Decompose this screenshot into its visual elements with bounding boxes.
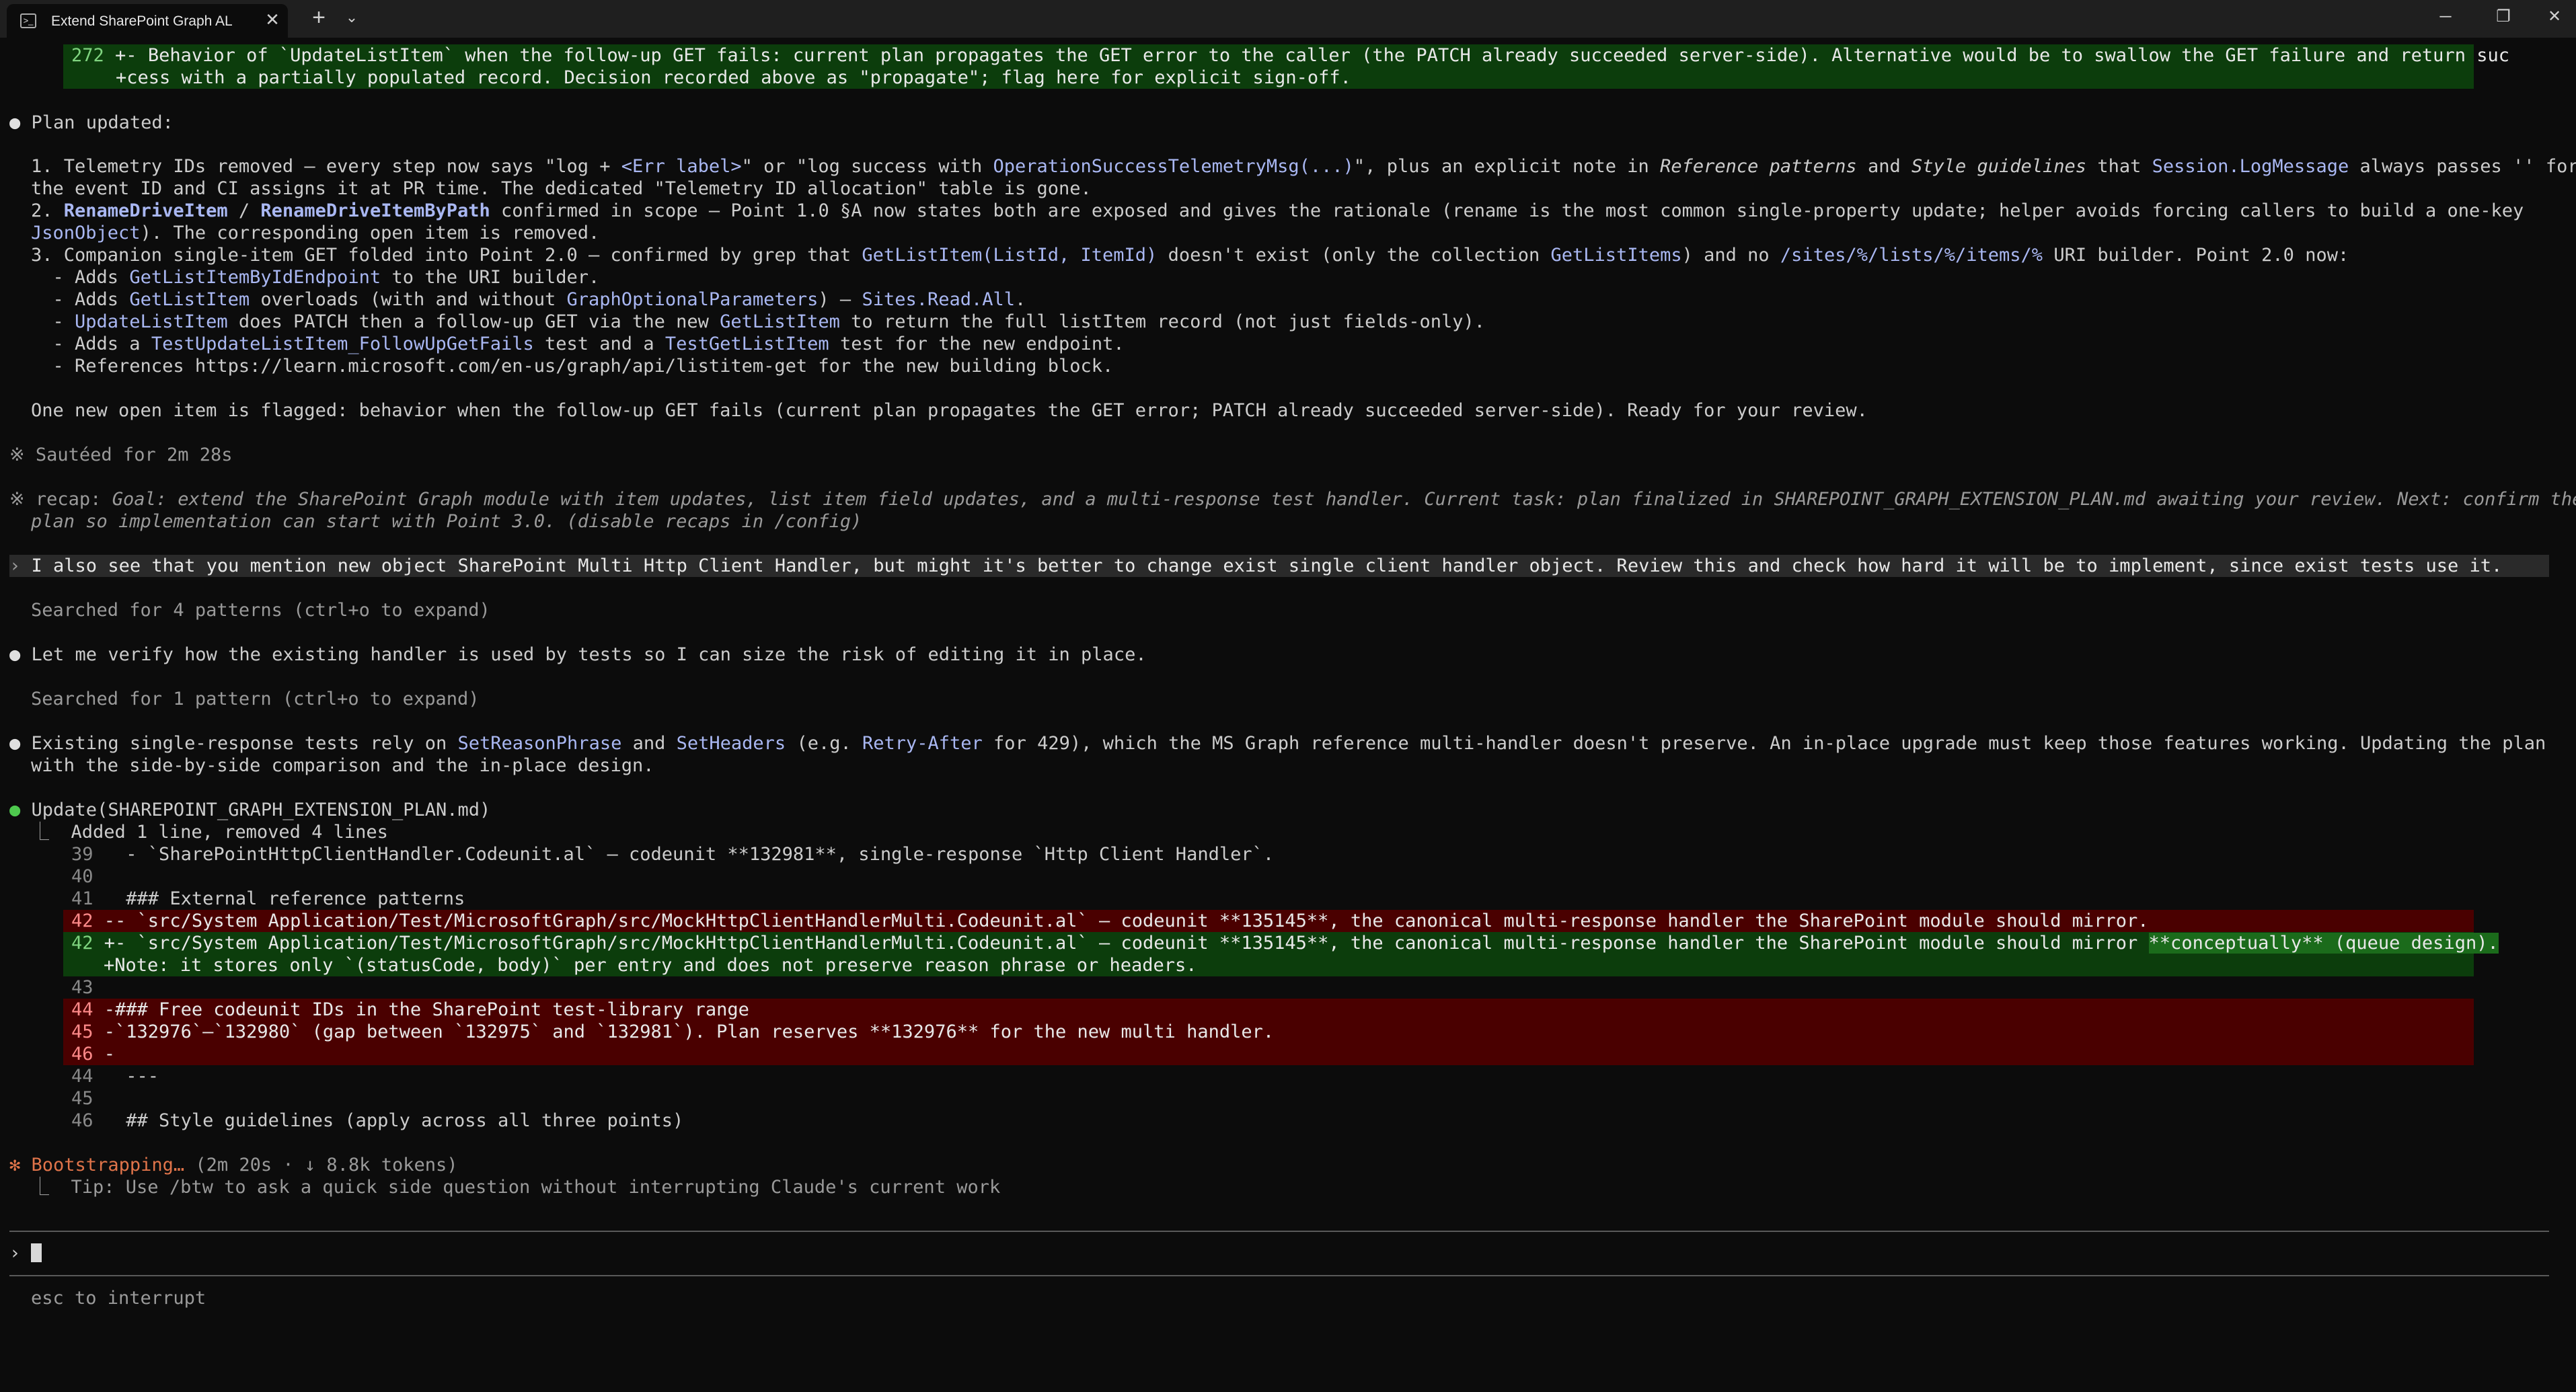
assistant-message: ● Existing single-response tests rely on… (9, 733, 2546, 754)
new-tab-button[interactable]: + (304, 3, 334, 32)
recap: ※ recap: Goal: extend the SharePoint Gra… (9, 489, 2576, 510)
diff-line: 43 (71, 977, 93, 998)
diff-line: 44 --- (71, 1066, 159, 1087)
esc-hint: esc to interrupt (31, 1288, 206, 1309)
search-result-expandable[interactable]: Searched for 4 patterns (ctrl+o to expan… (31, 599, 490, 621)
input-bottom-divider (9, 1275, 2549, 1276)
diff-removed-line: 44 -### Free codeunit IDs in the SharePo… (71, 999, 749, 1020)
spinner-icon: ✻ (9, 1155, 21, 1175)
tab-title: Extend SharePoint Graph AL (51, 13, 233, 29)
close-window-button[interactable]: ✕ (2533, 0, 2576, 34)
title-bar: >_ Extend SharePoint Graph AL ✕ + ⌄ ─ ❐ … (0, 0, 2576, 38)
text-cursor (31, 1243, 42, 1262)
diff-removed-line: 45 -`132976`–`132980` (gap between `1329… (71, 1021, 1275, 1042)
plan-subitem: - Adds GetListItemByIdEndpoint to the UR… (31, 267, 600, 288)
diff-removed-line: 46 - (71, 1044, 116, 1065)
diff-line: 45 (71, 1088, 93, 1109)
diff-added-line-cont: +Note: it stores only `(statusCode, body… (104, 955, 1197, 976)
plan-item-2-cont: JsonObject). The corresponding open item… (31, 223, 600, 243)
diff-removed-line: 42 -- `src/System Application/Test/Micro… (71, 911, 2149, 931)
tip-line: ⎿ Tip: Use /btw to ask a quick side ques… (31, 1177, 1001, 1198)
status-line: ✻ Bootstrapping… (2m 20s · ↓ 8.8k tokens… (9, 1155, 458, 1175)
plan-subitem: - Adds a TestUpdateListItem_FollowUpGetF… (31, 334, 1125, 354)
update-summary: ⎿ Added 1 line, removed 4 lines (31, 822, 388, 843)
plan-item-1: 1. Telemetry IDs removed — every step no… (31, 156, 2576, 177)
terminal-tab[interactable]: >_ Extend SharePoint Graph AL ✕ (7, 4, 288, 38)
diff-line-272-cont: +cess with a partially populated record.… (116, 67, 1351, 88)
plan-item-3: 3. Companion single-item GET folded into… (31, 245, 2349, 266)
diff-line-272: 272 +- Behavior of `UpdateListItem` when… (71, 45, 2509, 66)
assistant-message-cont: with the side-by-side comparison and the… (31, 755, 654, 776)
sauteed-status: ※ Sautéed for 2m 28s (9, 444, 233, 465)
plan-subitem: - Adds GetListItem overloads (with and w… (31, 289, 1026, 310)
asterisk-icon: ※ (9, 489, 25, 510)
diff-line: 46 ## Style guidelines (apply across all… (71, 1110, 684, 1131)
search-result-expandable[interactable]: Searched for 1 pattern (ctrl+o to expand… (31, 688, 479, 710)
diff-line: 40 (71, 866, 93, 887)
plan-subitem: - References https://learn.microsoft.com… (31, 356, 1114, 377)
tab-dropdown-icon[interactable]: ⌄ (340, 3, 363, 32)
tab-close-icon[interactable]: ✕ (261, 8, 284, 31)
plan-subitem: - UpdateListItem does PATCH then a follo… (31, 311, 1486, 332)
plan-item-1-cont: the event ID and CI assigns it at PR tim… (31, 178, 1092, 199)
terminal-output: 272 +- Behavior of `UpdateListItem` when… (0, 38, 2576, 1392)
minimize-button[interactable]: ─ (2417, 0, 2474, 34)
plan-item-2: 2. RenameDriveItem / RenameDriveItemByPa… (31, 200, 2524, 221)
asterisk-icon: ※ (9, 444, 25, 465)
prompt-input[interactable] (47, 1242, 2536, 1264)
recap-cont: plan so implementation can start with Po… (31, 511, 862, 532)
update-tool-call: ● Update(SHAREPOINT_GRAPH_EXTENSION_PLAN… (9, 800, 491, 820)
diff-line: 39 - `SharePointHttpClientHandler.Codeun… (71, 844, 1275, 865)
plan-updated-heading: ● Plan updated: (9, 112, 174, 133)
open-item-note: One new open item is flagged: behavior w… (31, 400, 1868, 421)
diff-line: 41 ### External reference patterns (71, 888, 465, 909)
assistant-message: ● Let me verify how the existing handler… (9, 644, 1147, 665)
diff-added-line: 42 +- `src/System Application/Test/Micro… (71, 933, 2499, 954)
prompt-chevron-icon: › (9, 555, 21, 576)
input-top-divider (9, 1231, 2549, 1232)
maximize-button[interactable]: ❐ (2475, 0, 2532, 34)
terminal-icon: >_ (20, 13, 36, 28)
prompt-chevron-icon: › (9, 1243, 21, 1264)
user-message: › I also see that you mention new object… (9, 555, 2503, 576)
